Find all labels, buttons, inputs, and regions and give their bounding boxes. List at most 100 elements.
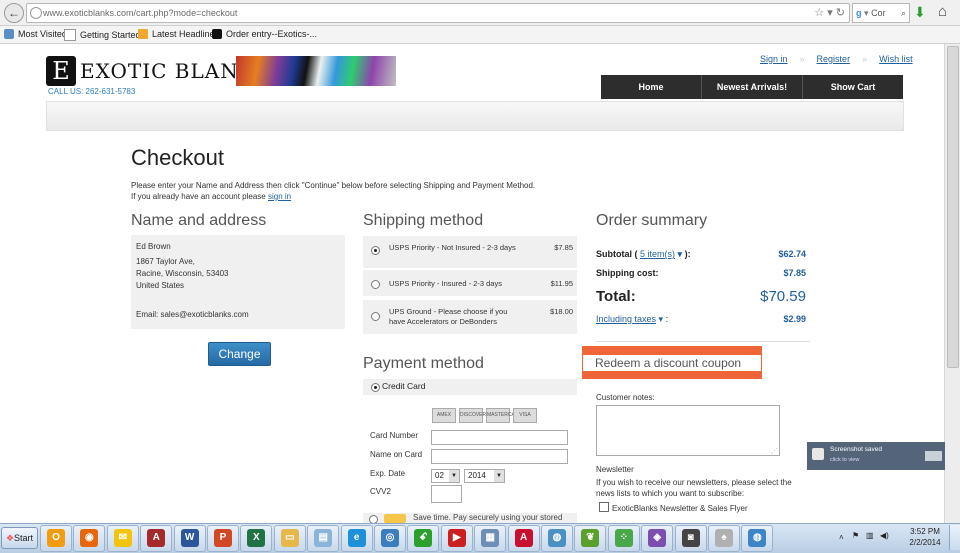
- taskbar-folder-button[interactable]: ▭: [273, 525, 306, 552]
- taskbar-network-button[interactable]: ◎: [374, 525, 406, 552]
- tray-time[interactable]: 3:52 PM: [908, 527, 942, 536]
- nav-home[interactable]: Home: [601, 75, 702, 99]
- chevron-down-icon: ▼: [449, 470, 459, 482]
- customer-notes-textarea[interactable]: ⋰: [596, 405, 780, 456]
- thumbnail-icon: [925, 451, 942, 461]
- taskbar-acrobat-button[interactable]: A: [507, 525, 540, 552]
- redeem-coupon-link[interactable]: Redeem a discount coupon: [583, 355, 761, 371]
- address-box: Ed Brown 1867 Taylor Ave, Racine, Wiscon…: [131, 235, 345, 329]
- bookmark-label: Latest Headlines: [152, 29, 220, 39]
- amex-icon: AMEX: [432, 408, 456, 423]
- intro-sign-in-link[interactable]: sign in: [268, 192, 291, 201]
- radio-button[interactable]: [371, 280, 380, 289]
- home-icon[interactable]: ⌂: [938, 3, 947, 20]
- explorer-icon: ▤: [314, 529, 333, 547]
- card-number-input[interactable]: [431, 430, 568, 445]
- network-icon: ◎: [381, 529, 399, 547]
- taskbar-feather-button[interactable]: ❦: [574, 525, 607, 552]
- radio-button[interactable]: [371, 383, 380, 392]
- network-icon[interactable]: ▥: [866, 531, 874, 540]
- shipping-option-price: $7.85: [554, 243, 573, 252]
- taskbar-dice-button[interactable]: ⁘: [607, 525, 640, 552]
- taskbar-nero-button[interactable]: ꗃ: [407, 525, 440, 552]
- including-taxes-link[interactable]: Including taxes: [596, 314, 656, 324]
- show-desktop-button[interactable]: [949, 525, 960, 550]
- magnifier-icon[interactable]: ⌕: [901, 4, 906, 22]
- resize-handle-icon: ⋰: [771, 448, 778, 455]
- taskbar-internet-explorer-button[interactable]: e: [340, 525, 373, 552]
- name-address-heading: Name and address: [131, 212, 267, 229]
- bookmark-most-visited[interactable]: Most Visited: [4, 29, 67, 39]
- credit-card-option[interactable]: Credit Card: [363, 379, 577, 395]
- exp-year-select[interactable]: 2014 ▼: [464, 469, 505, 483]
- shipping-option[interactable]: UPS Ground - Please choose if you have A…: [363, 300, 577, 334]
- shipping-option[interactable]: USPS Priority - Not Insured - 2-3 days $…: [363, 236, 577, 268]
- back-button[interactable]: ←: [4, 3, 24, 23]
- bookmark-label: Order entry--Exotics-...: [226, 29, 318, 39]
- taskbar-globe2-button[interactable]: ◍: [741, 525, 774, 552]
- taskbar-youtube-button[interactable]: ▶: [440, 525, 473, 552]
- chevron-down-icon: ▾: [656, 314, 664, 324]
- bookmark-latest-headlines[interactable]: Latest Headlines: [138, 29, 219, 39]
- subtotal-row: Subtotal ( 5 item(s) ▾ ): $62.74: [596, 249, 806, 260]
- taskbar-explorer-button[interactable]: ▤: [307, 525, 340, 552]
- taskbar-excel-button[interactable]: X: [240, 525, 273, 552]
- taskbar-firefox-button[interactable]: ◉: [73, 525, 106, 552]
- chevron-down-icon: ▾: [675, 249, 683, 259]
- tray-arrow-icon[interactable]: ˄: [839, 533, 844, 542]
- taskbar-cards-button[interactable]: ♠: [708, 525, 740, 552]
- star-icon[interactable]: ☆: [814, 7, 824, 19]
- cards-icon: ♠: [715, 529, 733, 547]
- bookmark-getting-started[interactable]: Getting Started: [64, 29, 141, 41]
- search-input[interactable]: g ▾ Cor ⌕: [852, 3, 910, 23]
- volume-icon[interactable]: ◀): [880, 531, 889, 540]
- name-on-card-input[interactable]: [431, 449, 568, 464]
- start-button[interactable]: ❖Start: [1, 527, 38, 549]
- taskbar-globe-button[interactable]: ◍: [541, 525, 573, 552]
- items-link[interactable]: 5 item(s): [640, 249, 675, 259]
- site-logo[interactable]: E EXOTIC BLANKS: [46, 56, 396, 88]
- radio-button[interactable]: [371, 312, 380, 321]
- taskbar-calculator-button[interactable]: ▦: [474, 525, 507, 552]
- screenshot-saved-toast[interactable]: Screenshot saved click to view: [807, 442, 945, 470]
- nav-newest-arrivals[interactable]: Newest Arrivals!: [702, 75, 803, 99]
- wish-list-link[interactable]: Wish list: [879, 54, 913, 64]
- nav-show-cart[interactable]: Show Cart: [803, 75, 903, 99]
- reload-icon[interactable]: ↻: [836, 7, 845, 19]
- scrollbar-thumb[interactable]: [947, 46, 959, 368]
- subtotal-suffix: ):: [684, 249, 691, 259]
- youtube-icon: ▶: [447, 529, 466, 547]
- calculator-icon: ▦: [481, 529, 500, 547]
- newsletter-checkbox[interactable]: [599, 502, 609, 512]
- stored-card-option[interactable]: Save time. Pay securely using your store…: [363, 513, 577, 523]
- tray-date[interactable]: 2/2/2014: [908, 538, 942, 547]
- chevron-down-icon: ▼: [494, 470, 504, 482]
- url-input[interactable]: www.exoticblanks.com/cart.php?mode=check…: [26, 3, 850, 23]
- order-summary-heading: Order summary: [596, 212, 708, 229]
- change-address-button[interactable]: Change: [208, 342, 271, 366]
- shipping-option-price: $11.95: [550, 279, 573, 288]
- radio-button[interactable]: [371, 246, 380, 255]
- taskbar-access-button[interactable]: A: [140, 525, 173, 552]
- exp-date-label: Exp. Date: [370, 469, 406, 478]
- download-icon[interactable]: ⬇: [914, 4, 926, 21]
- word-icon: W: [180, 529, 199, 547]
- taskbar-word-button[interactable]: W: [173, 525, 206, 552]
- cvv2-input[interactable]: [431, 485, 462, 503]
- register-link[interactable]: Register: [817, 54, 851, 64]
- newsletter-option-label: ExoticBlanks Newsletter & Sales Flyer: [612, 504, 748, 513]
- globe-icon: ◍: [548, 529, 566, 547]
- taskbar-powerpoint-button[interactable]: P: [207, 525, 239, 552]
- taskbar-outlook-button[interactable]: O: [40, 525, 72, 552]
- mastercard-icon: MASTERCARD: [486, 408, 522, 423]
- bookmarks-bar: Most Visited Getting Started Latest Head…: [0, 26, 960, 44]
- taskbar-mail-button[interactable]: ✉: [106, 525, 139, 552]
- bookmark-order-entry[interactable]: Order entry--Exotics-...: [212, 29, 317, 39]
- exp-month-select[interactable]: 02 ▼: [431, 469, 460, 483]
- taskbar-picasa-button[interactable]: ◈: [641, 525, 674, 552]
- radio-button[interactable]: [369, 515, 378, 523]
- shipping-option[interactable]: USPS Priority - Insured - 2-3 days $11.9…: [363, 270, 577, 296]
- taskbar-camera-button[interactable]: ◙: [674, 525, 707, 552]
- sign-in-link[interactable]: Sign in: [760, 54, 788, 64]
- action-center-icon[interactable]: ⚑: [852, 531, 859, 540]
